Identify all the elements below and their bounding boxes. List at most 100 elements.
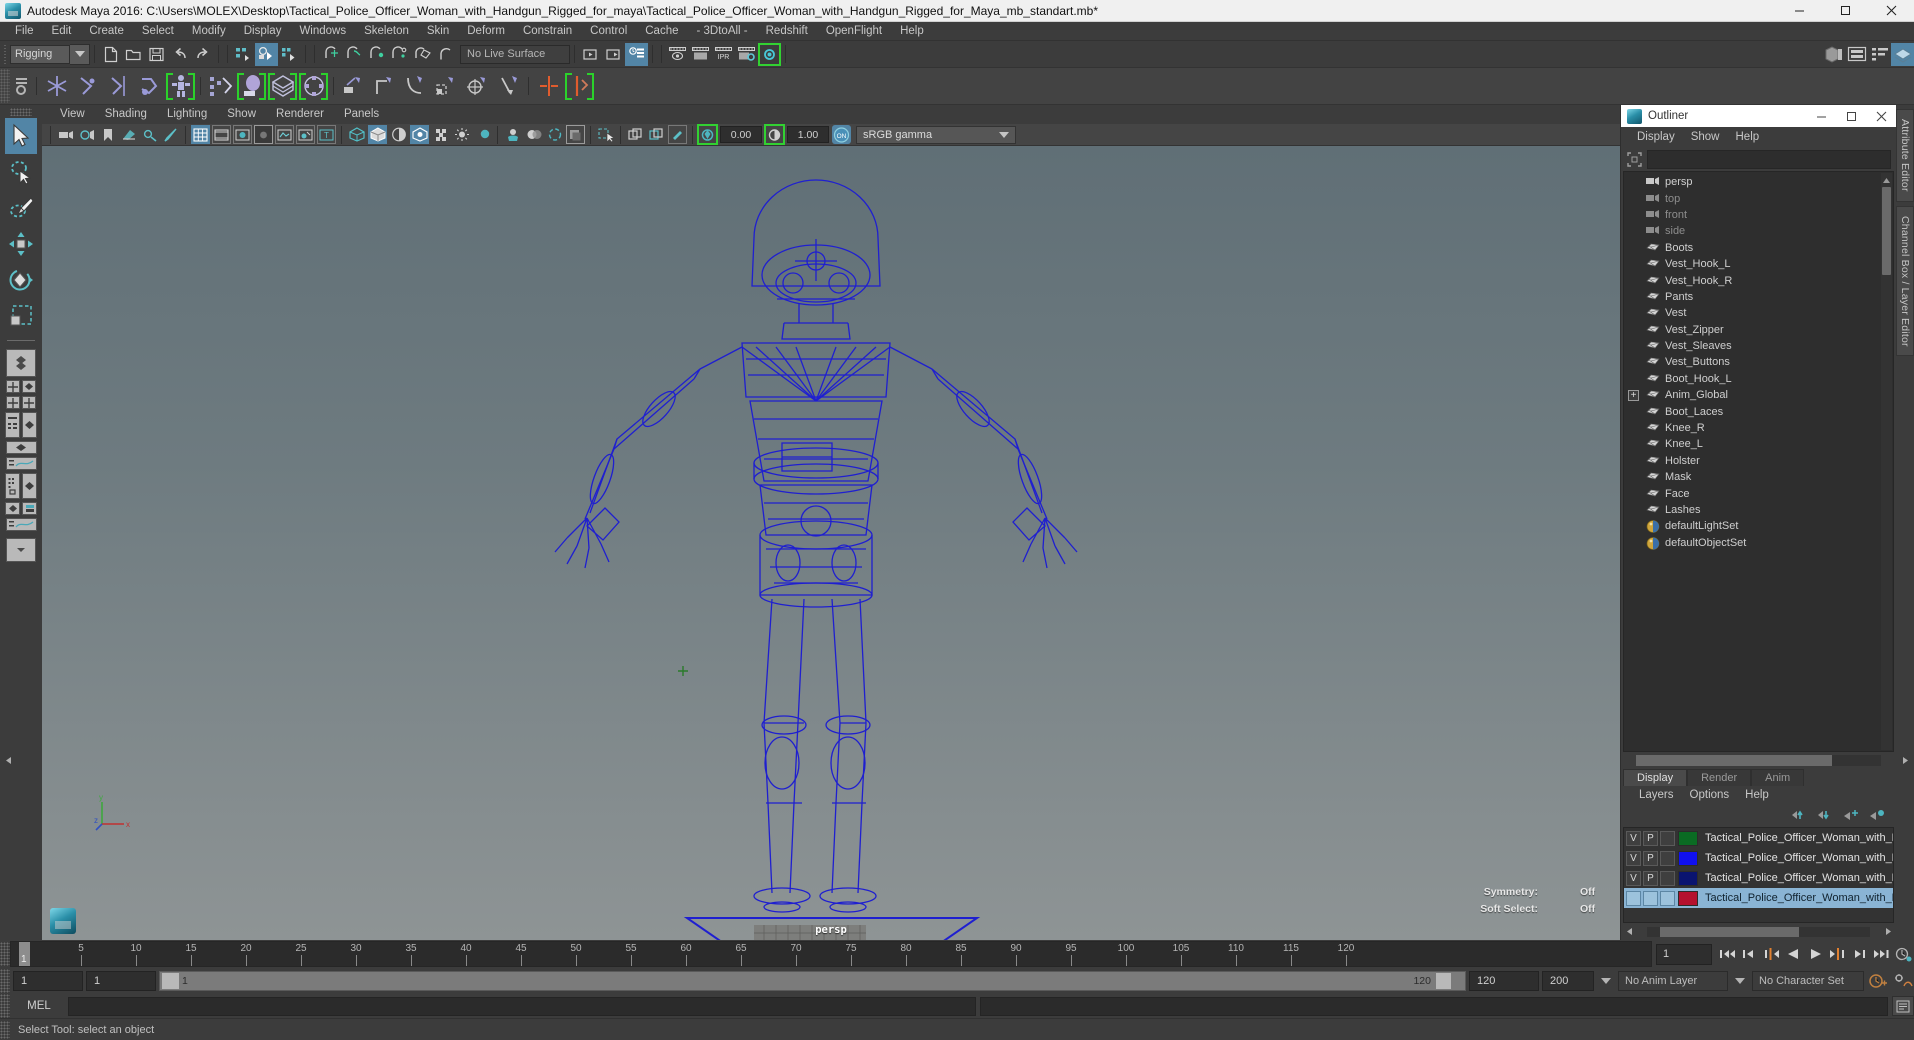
- outliner-item-vest-hook-l[interactable]: Vest_Hook_L: [1624, 256, 1893, 272]
- anti-aliasing-icon[interactable]: [545, 125, 564, 144]
- move-tool[interactable]: [5, 226, 37, 262]
- layer-type-toggle[interactable]: [1660, 890, 1675, 906]
- anim-layer-field[interactable]: No Anim Layer: [1618, 971, 1728, 991]
- render-sequence-icon[interactable]: [689, 43, 712, 66]
- layer-color-swatch[interactable]: [1678, 850, 1698, 866]
- orient-constraint-icon[interactable]: [400, 70, 431, 103]
- outliner-item-vest-hook-r[interactable]: Vest_Hook_R: [1624, 272, 1893, 288]
- outliner-item-side[interactable]: side: [1624, 223, 1893, 239]
- graph-editor-layout[interactable]: [5, 518, 37, 531]
- animation-preferences-icon[interactable]: [1892, 969, 1914, 993]
- step-back-keyframe-icon[interactable]: [1738, 942, 1760, 966]
- single-perspective-layout[interactable]: [6, 349, 36, 377]
- outliner-item-holster[interactable]: Holster: [1624, 453, 1893, 469]
- toolbox-gripper[interactable]: [10, 108, 32, 116]
- layer-visibility-toggle[interactable]: [1626, 890, 1641, 906]
- menu-3dtoall[interactable]: - 3DtoAll -: [688, 22, 757, 41]
- color-management-toggle-icon[interactable]: ON: [832, 125, 851, 144]
- exposure-icon[interactable]: [697, 124, 718, 145]
- script-editor-icon[interactable]: [1892, 996, 1914, 1016]
- menu-windows[interactable]: Windows: [290, 22, 355, 41]
- show-layer-editor-icon[interactable]: [1845, 43, 1868, 66]
- move-layer-up-icon[interactable]: [1791, 808, 1808, 822]
- helpline-gripper[interactable]: [0, 1020, 10, 1039]
- ambient-occlusion-icon[interactable]: [524, 125, 543, 144]
- menu-deform[interactable]: Deform: [458, 22, 514, 41]
- layer-color-swatch[interactable]: [1678, 870, 1698, 886]
- live-surface-field[interactable]: No Live Surface: [460, 44, 570, 64]
- play-backwards-icon[interactable]: [1782, 942, 1804, 966]
- layer-name[interactable]: Tactical_Police_Officer_Woman_with_H: [1705, 832, 1893, 844]
- menu-cache[interactable]: Cache: [636, 22, 687, 41]
- lasso-select-tool[interactable]: [5, 154, 37, 190]
- gate-mask-icon[interactable]: [254, 125, 273, 144]
- go-to-end-icon[interactable]: [1870, 942, 1892, 966]
- show-attribute-editor-icon[interactable]: [1868, 43, 1891, 66]
- two-pane-layout[interactable]: [6, 396, 20, 409]
- exposure-reset-icon[interactable]: [668, 125, 687, 144]
- options-menu[interactable]: Options: [1682, 786, 1738, 805]
- outliner-item-vest-sleaves[interactable]: Vest_Sleaves: [1624, 338, 1893, 354]
- joint-tool-icon[interactable]: [41, 70, 72, 103]
- layer-playback-toggle[interactable]: P: [1643, 870, 1658, 886]
- outliner-item-face[interactable]: Face: [1624, 485, 1893, 501]
- insert-joint-tool-icon[interactable]: [134, 70, 165, 103]
- snap-view-plane-icon[interactable]: [411, 43, 434, 66]
- show-channel-box-icon[interactable]: [1822, 43, 1845, 66]
- ik-handle-tool-icon[interactable]: [72, 70, 103, 103]
- display-layer-list[interactable]: V P Tactical_Police_Officer_Woman_with_H…: [1623, 827, 1894, 923]
- outliner-item-boot-hook-l[interactable]: Boot_Hook_L: [1624, 371, 1893, 387]
- gamma-icon[interactable]: [764, 124, 785, 145]
- close-button[interactable]: [1868, 0, 1914, 22]
- menu-create[interactable]: Create: [80, 22, 133, 41]
- tab-attribute-editor[interactable]: Attribute Editor: [1896, 109, 1914, 202]
- menu-display[interactable]: Display: [235, 22, 291, 41]
- parent-constraint-icon[interactable]: [338, 70, 369, 103]
- scroll-left-icon[interactable]: [1623, 927, 1635, 936]
- menu-set-selector[interactable]: Rigging: [10, 43, 90, 65]
- play-forwards-icon[interactable]: [1804, 942, 1826, 966]
- cmdline-gripper[interactable]: [0, 994, 10, 1018]
- isolate-select-icon[interactable]: [596, 125, 615, 144]
- make-live-icon[interactable]: [434, 43, 457, 66]
- layer-visibility-toggle[interactable]: V: [1626, 830, 1641, 846]
- step-forward-frame-icon[interactable]: [1826, 942, 1848, 966]
- layer-row-selected[interactable]: Tactical_Police_Officer_Woman_with_H: [1624, 888, 1893, 908]
- redo-icon[interactable]: [191, 43, 214, 66]
- use-all-lights-icon[interactable]: [452, 125, 471, 144]
- outliner-item-boots[interactable]: Boots: [1624, 240, 1893, 256]
- open-scene-icon[interactable]: [122, 43, 145, 66]
- mel-command-input[interactable]: [68, 996, 976, 1016]
- select-object-icon[interactable]: [255, 42, 278, 66]
- menu-skeleton[interactable]: Skeleton: [355, 22, 418, 41]
- menu-file[interactable]: File: [6, 22, 43, 41]
- wireframe-shading-icon[interactable]: [347, 125, 366, 144]
- textured-mode-icon[interactable]: [410, 125, 429, 144]
- smooth-bind-icon[interactable]: [298, 70, 329, 103]
- viewport-menu-view[interactable]: View: [50, 105, 95, 124]
- range-start-field[interactable]: 1: [86, 971, 156, 991]
- viewport-menu-show[interactable]: Show: [217, 105, 266, 124]
- smooth-shade-all-icon[interactable]: [368, 125, 387, 144]
- outliner-item-boot-laces[interactable]: Boot_Laces: [1624, 403, 1893, 419]
- layer-name[interactable]: Tactical_Police_Officer_Woman_with_H: [1705, 892, 1893, 904]
- snap-curve-icon[interactable]: [342, 43, 365, 66]
- point-constraint-icon[interactable]: [369, 70, 400, 103]
- layer-horizontal-scrollbar[interactable]: [1623, 925, 1894, 938]
- ik-spline-handle-icon[interactable]: [103, 70, 134, 103]
- color-management-select[interactable]: sRGB gamma: [856, 125, 1016, 144]
- render-current-frame-icon[interactable]: [666, 43, 689, 66]
- layer-name[interactable]: Tactical_Police_Officer_Woman_with_H: [1705, 872, 1893, 884]
- outliner-menu-help[interactable]: Help: [1728, 127, 1768, 147]
- layer-row[interactable]: V P Tactical_Police_Officer_Woman_with_H: [1624, 848, 1893, 868]
- outliner-item-top[interactable]: top: [1624, 190, 1893, 206]
- select-tool[interactable]: [5, 118, 37, 154]
- outliner-minimize-button[interactable]: [1806, 105, 1836, 127]
- menu-edit[interactable]: Edit: [43, 22, 81, 41]
- menu-constrain[interactable]: Constrain: [514, 22, 581, 41]
- xray-joints-icon[interactable]: [626, 125, 645, 144]
- render-settings-icon[interactable]: [735, 43, 758, 66]
- open-editor-icon[interactable]: [579, 43, 602, 66]
- menu-redshift[interactable]: Redshift: [757, 22, 817, 41]
- layer-name[interactable]: Tactical_Police_Officer_Woman_with_H: [1705, 852, 1893, 864]
